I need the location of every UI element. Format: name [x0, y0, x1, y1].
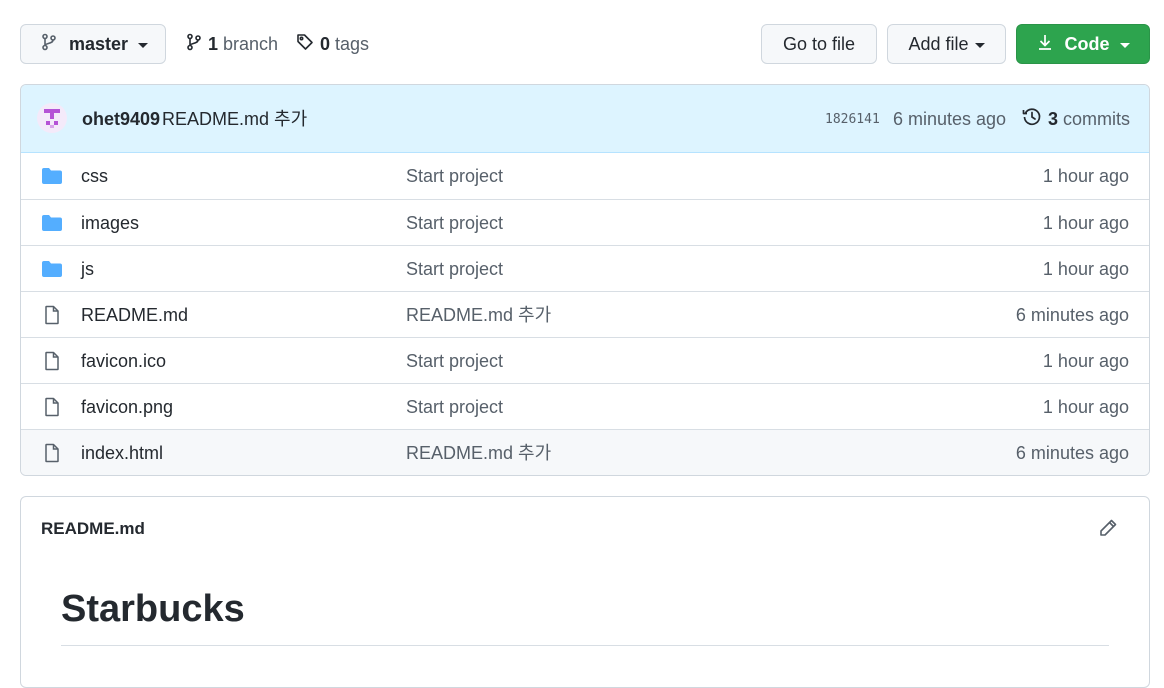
- pencil-icon: [1098, 518, 1118, 543]
- code-label: Code: [1064, 33, 1110, 54]
- file-commit-time: 6 minutes ago: [1015, 305, 1129, 325]
- commit-word: commits: [1063, 108, 1131, 129]
- file-commit-message-link[interactable]: Start project: [406, 200, 503, 246]
- commit-count: 3: [1048, 108, 1059, 129]
- file-icon: [42, 443, 62, 468]
- file-name-link[interactable]: favicon.png: [81, 384, 173, 430]
- branch-word: branch: [223, 33, 279, 54]
- folder-icon: [41, 214, 63, 237]
- file-commit-time: 1 hour ago: [1042, 166, 1129, 186]
- file-row[interactable]: js Start project 1 hour ago: [21, 245, 1149, 291]
- chevron-down-icon: [974, 42, 985, 48]
- file-commit-time: 1 hour ago: [1042, 213, 1129, 233]
- file-commit-message-link[interactable]: Start project: [406, 153, 503, 199]
- avatar[interactable]: [37, 103, 67, 133]
- file-name-link[interactable]: index.html: [81, 430, 163, 475]
- tag-word: tags: [335, 33, 370, 54]
- repo-toolbar: master 1 branch 0 tags Go to file Add fi…: [20, 24, 1150, 64]
- commits-history-link[interactable]: 3 commits: [1022, 85, 1130, 153]
- file-icon: [42, 397, 62, 422]
- tag-icon: [296, 33, 314, 56]
- add-file-button[interactable]: Add file: [887, 24, 1006, 64]
- chevron-down-icon: [1119, 42, 1130, 48]
- file-commit-time: 1 hour ago: [1042, 259, 1129, 279]
- go-to-file-button[interactable]: Go to file: [761, 24, 877, 64]
- file-name-link[interactable]: favicon.ico: [81, 338, 166, 384]
- tags-link[interactable]: 0 tags: [296, 24, 369, 64]
- file-row[interactable]: index.html README.md 추가 6 minutes ago: [21, 429, 1149, 475]
- branch-select-button[interactable]: master: [20, 24, 166, 64]
- code-button[interactable]: Code: [1016, 24, 1150, 64]
- folder-icon: [41, 167, 63, 190]
- commit-time: 6 minutes ago: [893, 109, 1007, 129]
- branch-count: 1: [208, 33, 219, 54]
- branch-name: master: [69, 33, 129, 54]
- file-name-link[interactable]: css: [81, 153, 108, 199]
- readme-filename[interactable]: README.md: [41, 519, 145, 539]
- file-row[interactable]: favicon.png Start project 1 hour ago: [21, 383, 1149, 429]
- commit-sha-link[interactable]: 1826141: [825, 85, 880, 153]
- file-commit-message-link[interactable]: Start project: [406, 338, 503, 384]
- commit-author-link[interactable]: ohet9409: [82, 85, 160, 153]
- chevron-down-icon: [138, 42, 149, 48]
- download-icon: [1037, 33, 1065, 56]
- go-to-file-label: Go to file: [782, 33, 856, 54]
- branches-link[interactable]: 1 branch: [186, 24, 278, 64]
- git-branch-icon: [186, 33, 202, 56]
- folder-icon: [41, 260, 63, 283]
- file-commit-time: 1 hour ago: [1042, 351, 1129, 371]
- file-commit-message-link[interactable]: Start project: [406, 384, 503, 430]
- commit-message-link[interactable]: README.md 추가: [162, 85, 307, 153]
- git-branch-icon: [41, 33, 69, 56]
- readme-divider: [61, 645, 1109, 646]
- tag-count: 0: [320, 33, 331, 54]
- latest-commit-bar: ohet9409 README.md 추가 1826141 6 minutes …: [21, 85, 1149, 153]
- file-row[interactable]: images Start project 1 hour ago: [21, 199, 1149, 245]
- file-commit-time: 1 hour ago: [1042, 397, 1129, 417]
- file-commit-message-link[interactable]: README.md 추가: [406, 292, 551, 338]
- file-row[interactable]: favicon.ico Start project 1 hour ago: [21, 337, 1149, 383]
- file-commit-message-link[interactable]: Start project: [406, 246, 503, 292]
- readme-heading: Starbucks: [61, 588, 245, 630]
- file-row[interactable]: css Start project 1 hour ago: [21, 153, 1149, 199]
- add-file-label: Add file: [908, 33, 969, 54]
- file-name-link[interactable]: js: [81, 246, 94, 292]
- file-commit-time: 6 minutes ago: [1015, 443, 1129, 463]
- file-browser: ohet9409 README.md 추가 1826141 6 minutes …: [20, 84, 1150, 476]
- file-name-link[interactable]: README.md: [81, 292, 188, 338]
- file-icon: [42, 351, 62, 376]
- file-name-link[interactable]: images: [81, 200, 139, 246]
- file-list: css Start project 1 hour ago images Start pr…: [21, 153, 1149, 475]
- file-commit-message-link[interactable]: README.md 추가: [406, 430, 551, 475]
- readme-panel: README.md Starbucks: [20, 496, 1150, 688]
- file-icon: [42, 305, 62, 330]
- history-icon: [1022, 107, 1048, 132]
- file-row[interactable]: README.md README.md 추가 6 minutes ago: [21, 291, 1149, 337]
- edit-readme-button[interactable]: [1097, 519, 1119, 541]
